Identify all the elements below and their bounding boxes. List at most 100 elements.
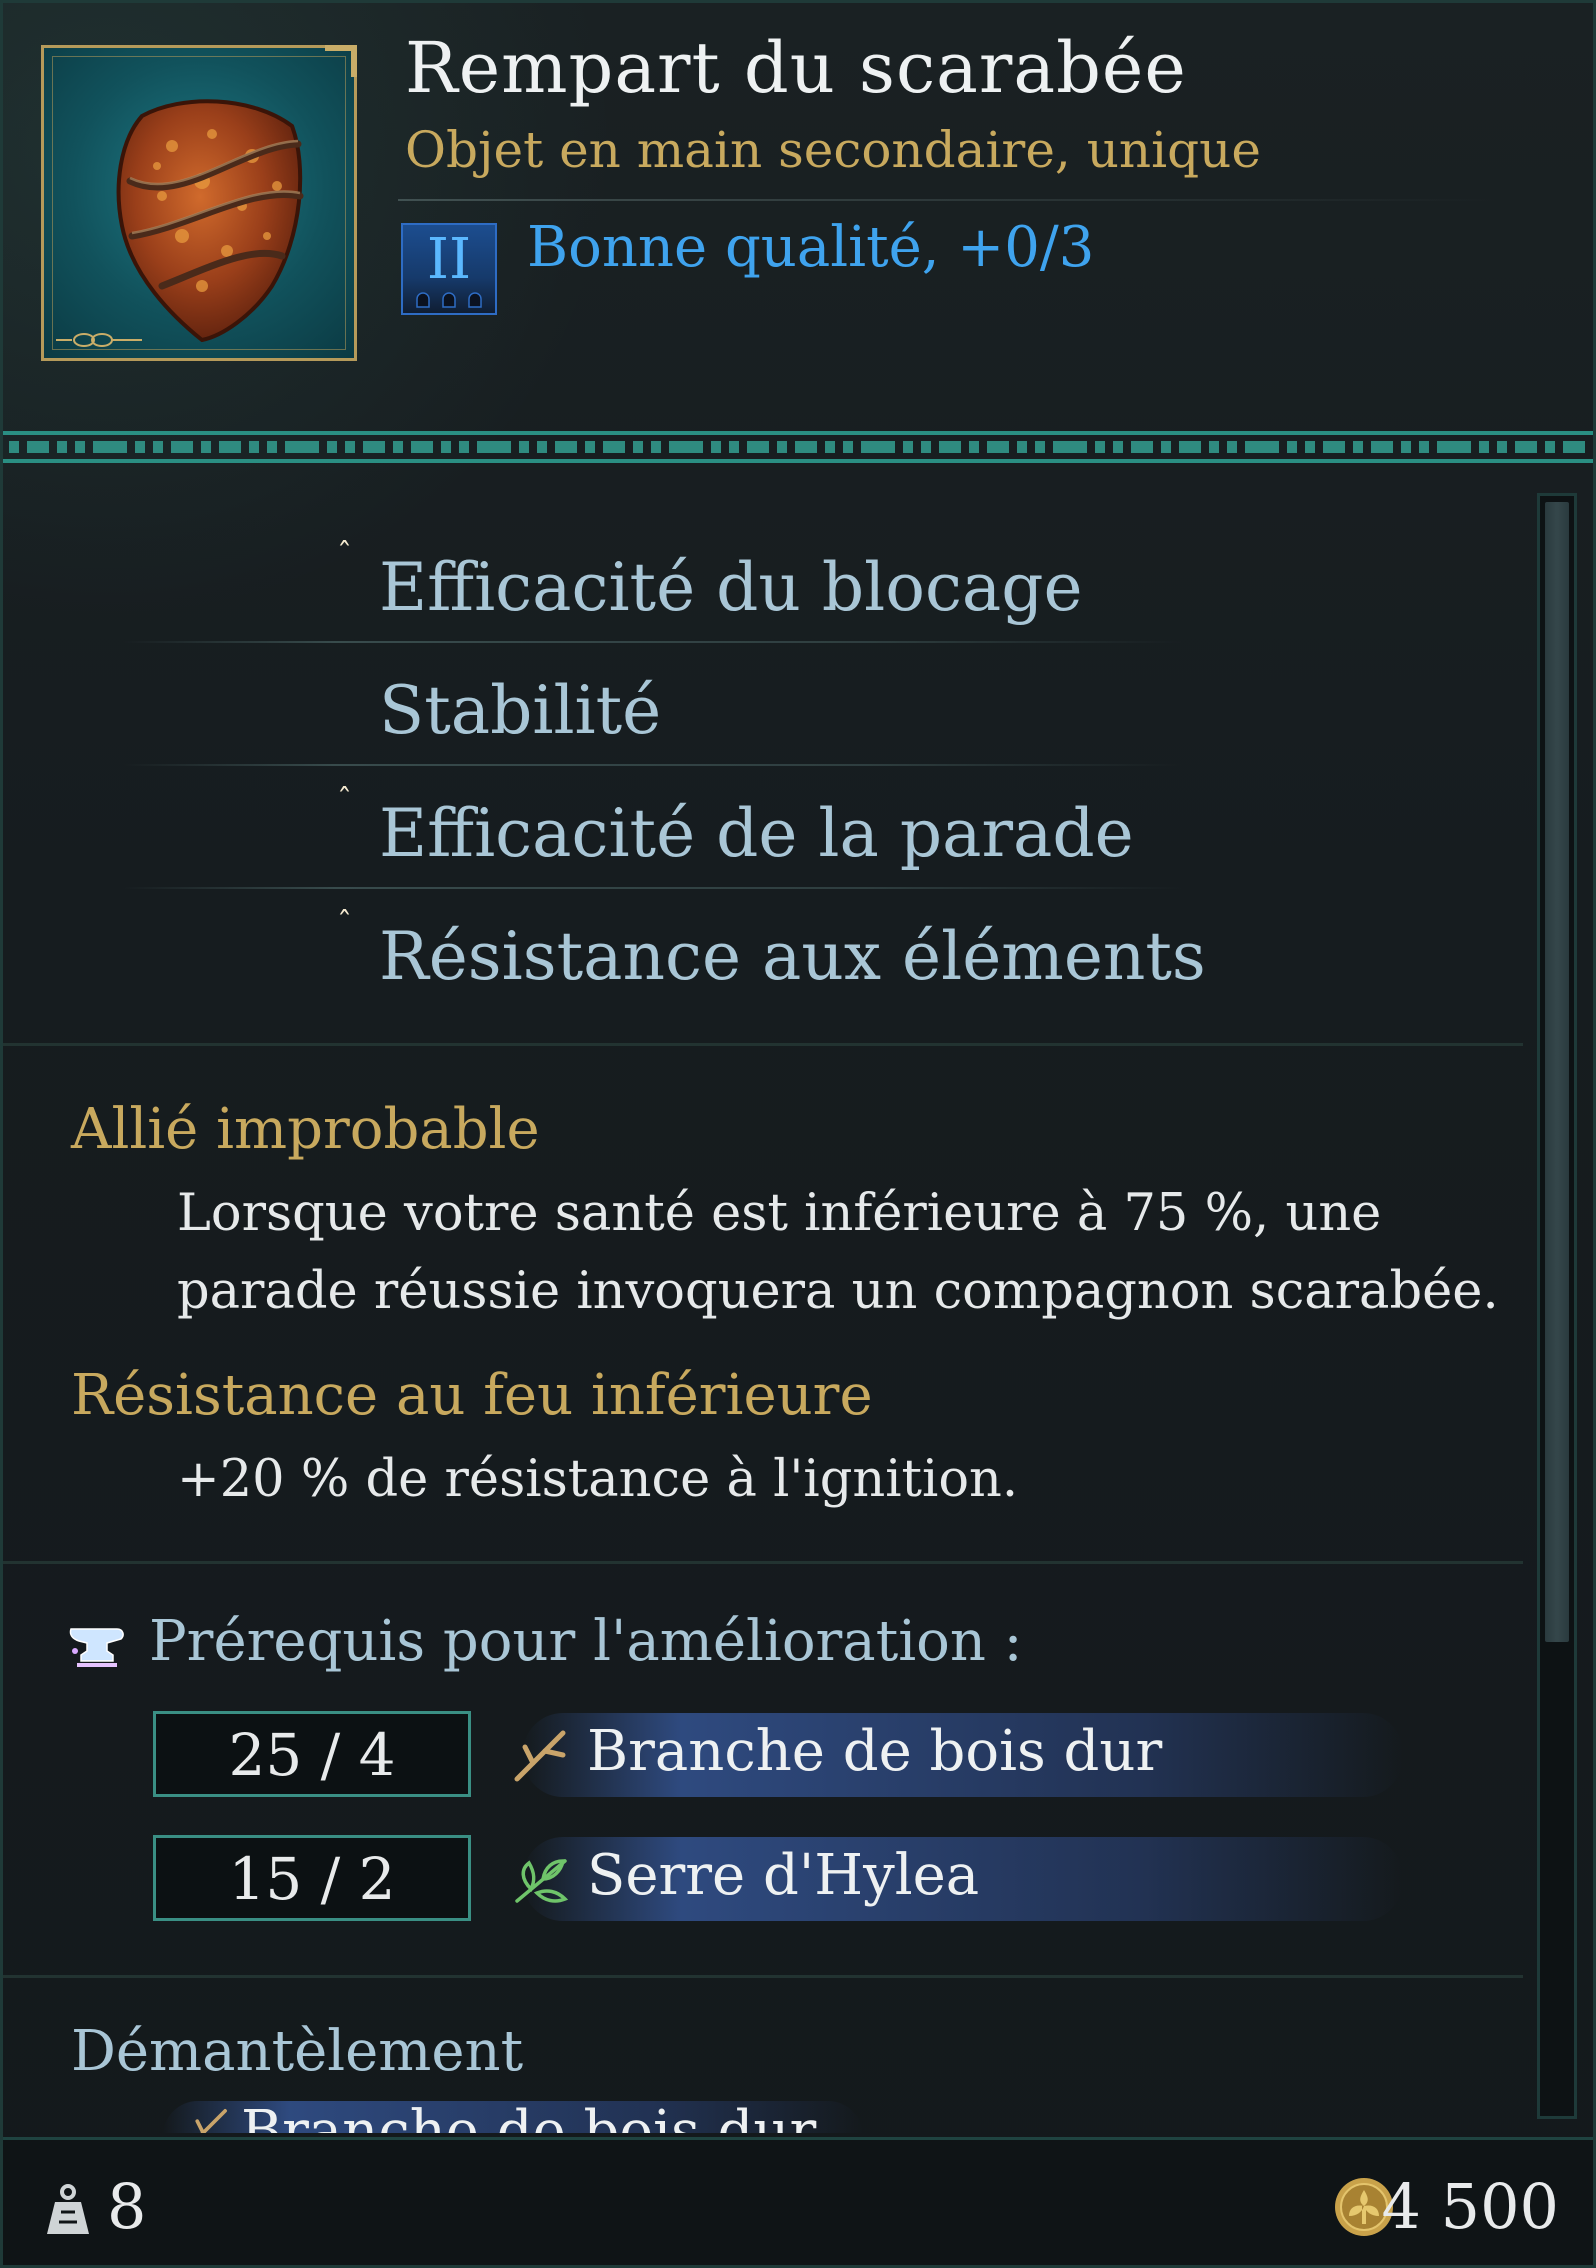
separator-segment	[1035, 441, 1045, 453]
separator-segment	[585, 441, 595, 453]
separator-segment	[1245, 441, 1279, 453]
separator-segment	[921, 441, 931, 453]
separator-segment	[1371, 441, 1393, 453]
separator-segment	[249, 441, 259, 453]
tier-badge: II	[401, 223, 497, 315]
separator-segment	[555, 441, 577, 453]
separator-segment	[75, 441, 85, 453]
separator-segment	[1113, 441, 1123, 453]
upgrade-arrow-icon: ˆ	[337, 906, 352, 941]
item-quality: Bonne qualité, +0/3	[527, 215, 1095, 280]
separator-segment	[711, 441, 721, 453]
upgrade-arrow-icon: ˆ	[337, 537, 352, 572]
separator-segment	[1287, 441, 1297, 453]
separator-segment	[651, 441, 661, 453]
stat-divider	[123, 887, 1183, 889]
separator-segment	[1017, 441, 1027, 453]
item-weight: 8	[107, 2170, 147, 2243]
branch-icon	[514, 1730, 566, 1782]
dismantle-heading: Démantèlement	[71, 2019, 524, 2084]
item-price: 4 500	[1381, 2170, 1560, 2243]
scrollbar-track[interactable]	[1537, 493, 1577, 2119]
stat-label: Efficacité du blocage	[379, 549, 1083, 626]
separator-segment	[393, 441, 403, 453]
separator-segment	[1095, 441, 1105, 453]
stat-label: Efficacité de la parade	[379, 795, 1134, 872]
separator-segment	[795, 441, 817, 453]
item-title: Rempart du scarabée	[405, 27, 1187, 109]
separator-segment	[477, 441, 511, 453]
dismantle-list: Branche de bois dur	[3, 2093, 1523, 2133]
separator-segment	[903, 441, 913, 453]
separator-segment	[939, 441, 961, 453]
requirement-count: 25 / 4	[153, 1711, 471, 1797]
ornamental-separator	[3, 431, 1593, 463]
tier-pips-icon	[416, 292, 482, 308]
separator-segment	[459, 441, 469, 453]
separator-segment	[201, 441, 211, 453]
separator-segment	[861, 441, 895, 453]
separator-segment	[411, 441, 433, 453]
item-icon-frame	[41, 45, 357, 361]
stat-row: 20 ˆ Résistance aux éléments	[3, 892, 1206, 1012]
separator-segment	[9, 441, 19, 453]
separator-segment	[669, 441, 703, 453]
separator-segment	[345, 441, 355, 453]
separator-segment	[1161, 441, 1171, 453]
leaf-icon	[515, 1859, 569, 1903]
item-tooltip-panel: Rempart du scarabée Objet en main second…	[0, 0, 1596, 2268]
header-divider	[398, 199, 1498, 201]
scrollbar-thumb[interactable]	[1545, 502, 1569, 1642]
separator-segment	[219, 441, 241, 453]
stat-row: 20 Stabilité	[3, 646, 1203, 766]
separator-segment	[969, 441, 979, 453]
upgrade-arrow-icon: ˆ	[337, 783, 352, 818]
separator-segment	[987, 441, 1009, 453]
separator-segment	[843, 441, 853, 453]
separator-segment	[93, 441, 127, 453]
stat-divider	[123, 764, 1183, 766]
stat-divider	[123, 641, 1183, 643]
requirement-row: 25 / 4 Branche de bois dur	[3, 1707, 1503, 1803]
perk-name: Allié improbable	[71, 1097, 540, 1162]
separator-segment	[603, 441, 625, 453]
separator-segment	[1131, 441, 1153, 453]
stat-row: 49 ˆ Efficacité du blocage	[3, 523, 1203, 643]
separator-segment	[57, 441, 67, 453]
separator-segment	[1545, 441, 1555, 453]
stat-label: Stabilité	[379, 672, 662, 749]
section-divider	[3, 1561, 1523, 1564]
beetle-shell-shield-icon	[116, 99, 304, 342]
tier-numeral: II	[426, 227, 472, 292]
separator-segment	[1353, 441, 1363, 453]
upgrade-requirements-heading: Prérequis pour l'amélioration :	[149, 1609, 1023, 1674]
requirement-row: 15 / 2 Serre d'Hylea	[3, 1831, 1503, 1927]
separator-segment	[633, 441, 643, 453]
separator-segment	[1053, 441, 1087, 453]
separator-segment	[267, 441, 277, 453]
requirement-name: Branche de bois dur	[587, 1719, 1163, 1784]
separator-segment	[135, 441, 145, 453]
separator-segment	[171, 441, 193, 453]
perk-description-line: Lorsque votre santé est inférieure à 75 …	[177, 1184, 1382, 1243]
stat-label: Résistance aux éléments	[379, 918, 1206, 995]
separator-segment	[1437, 441, 1471, 453]
weight-icon	[47, 2184, 89, 2234]
separator-segment	[1479, 441, 1489, 453]
separator-segment	[1179, 441, 1201, 453]
separator-segment	[519, 441, 529, 453]
separator-segment	[1497, 441, 1507, 453]
separator-segment	[327, 441, 337, 453]
separator-segment	[27, 441, 49, 453]
separator-segment	[1209, 441, 1219, 453]
separator-segment	[1515, 441, 1537, 453]
requirement-name: Serre d'Hylea	[587, 1843, 980, 1908]
separator-segment	[1305, 441, 1315, 453]
stat-row: 140 ˆ Efficacité de la parade	[3, 769, 1203, 889]
branch-icon	[195, 2109, 227, 2133]
separator-segment	[747, 441, 769, 453]
perk-description-line: +20 % de résistance à l'ignition.	[177, 1450, 1019, 1509]
separator-segment	[363, 441, 385, 453]
icon-frame-flourish	[56, 333, 142, 347]
separator-segment	[153, 441, 163, 453]
